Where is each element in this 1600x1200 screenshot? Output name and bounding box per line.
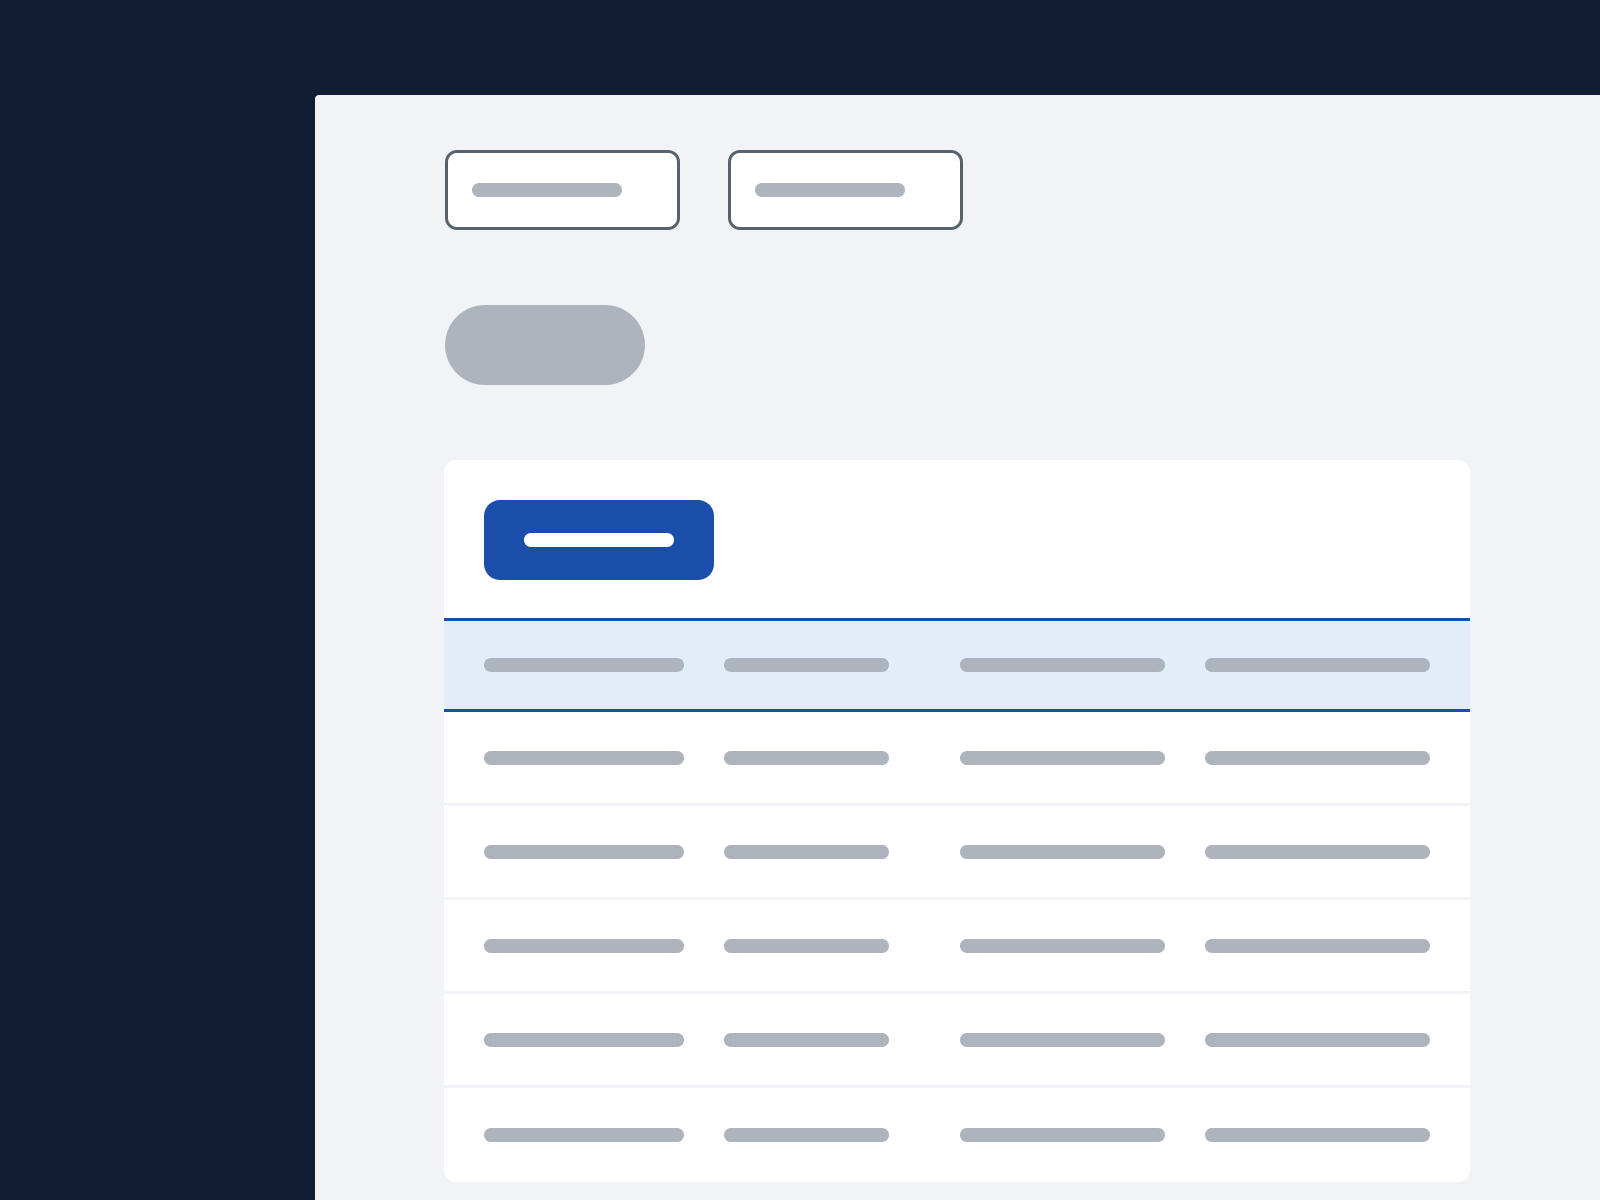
filter-input-1[interactable] — [445, 150, 680, 230]
app-window — [315, 95, 1600, 1200]
data-table — [444, 618, 1470, 1182]
table-cell — [960, 1033, 1165, 1047]
content-area — [315, 95, 1600, 1182]
table-cell — [724, 1128, 920, 1142]
table-row[interactable] — [444, 1088, 1470, 1182]
table-row[interactable] — [444, 806, 1470, 900]
primary-action-button[interactable] — [484, 500, 714, 580]
table-row[interactable] — [444, 900, 1470, 994]
table-header-row — [444, 618, 1470, 712]
table-cell — [1205, 845, 1430, 859]
table-cell — [484, 751, 684, 765]
input-placeholder-bar — [755, 183, 905, 197]
pill-row — [445, 305, 1470, 385]
filter-input-2[interactable] — [728, 150, 963, 230]
table-cell — [1205, 1033, 1430, 1047]
table-cell — [724, 751, 920, 765]
table-cell — [484, 1128, 684, 1142]
data-card — [444, 460, 1470, 1182]
column-header[interactable] — [960, 658, 1165, 672]
table-cell — [960, 751, 1165, 765]
table-cell — [960, 845, 1165, 859]
table-cell — [724, 845, 920, 859]
column-header[interactable] — [724, 658, 920, 672]
column-header[interactable] — [484, 658, 684, 672]
input-placeholder-bar — [472, 183, 622, 197]
table-cell — [960, 939, 1165, 953]
primary-button-label — [524, 533, 674, 547]
filter-row — [445, 150, 1470, 230]
table-cell — [724, 1033, 920, 1047]
table-cell — [1205, 939, 1430, 953]
table-cell — [724, 939, 920, 953]
table-cell — [484, 845, 684, 859]
table-cell — [484, 939, 684, 953]
table-cell — [1205, 751, 1430, 765]
card-header — [444, 460, 1470, 618]
table-row[interactable] — [444, 994, 1470, 1088]
table-cell — [484, 1033, 684, 1047]
table-cell — [960, 1128, 1165, 1142]
tag-pill[interactable] — [445, 305, 645, 385]
column-header[interactable] — [1205, 658, 1430, 672]
table-cell — [1205, 1128, 1430, 1142]
table-row[interactable] — [444, 712, 1470, 806]
